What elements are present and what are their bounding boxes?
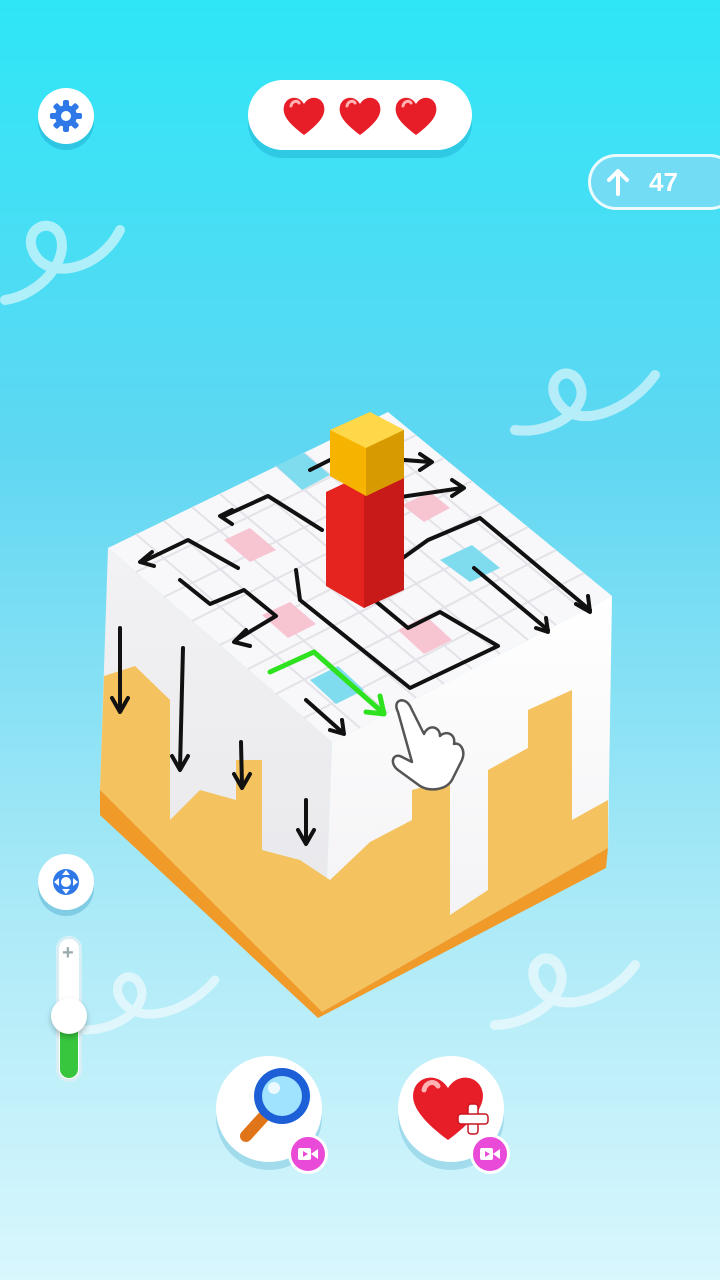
plus-icon: + [62, 942, 74, 964]
hint-video-badge[interactable] [288, 1134, 328, 1174]
puzzle-cube[interactable] [0, 0, 720, 1280]
recenter-icon [53, 869, 79, 895]
video-ad-icon [480, 1148, 500, 1160]
candle-block [326, 412, 404, 608]
video-ad-icon [298, 1148, 318, 1160]
recenter-button[interactable] [38, 854, 94, 910]
extra-life-video-badge[interactable] [470, 1134, 510, 1174]
